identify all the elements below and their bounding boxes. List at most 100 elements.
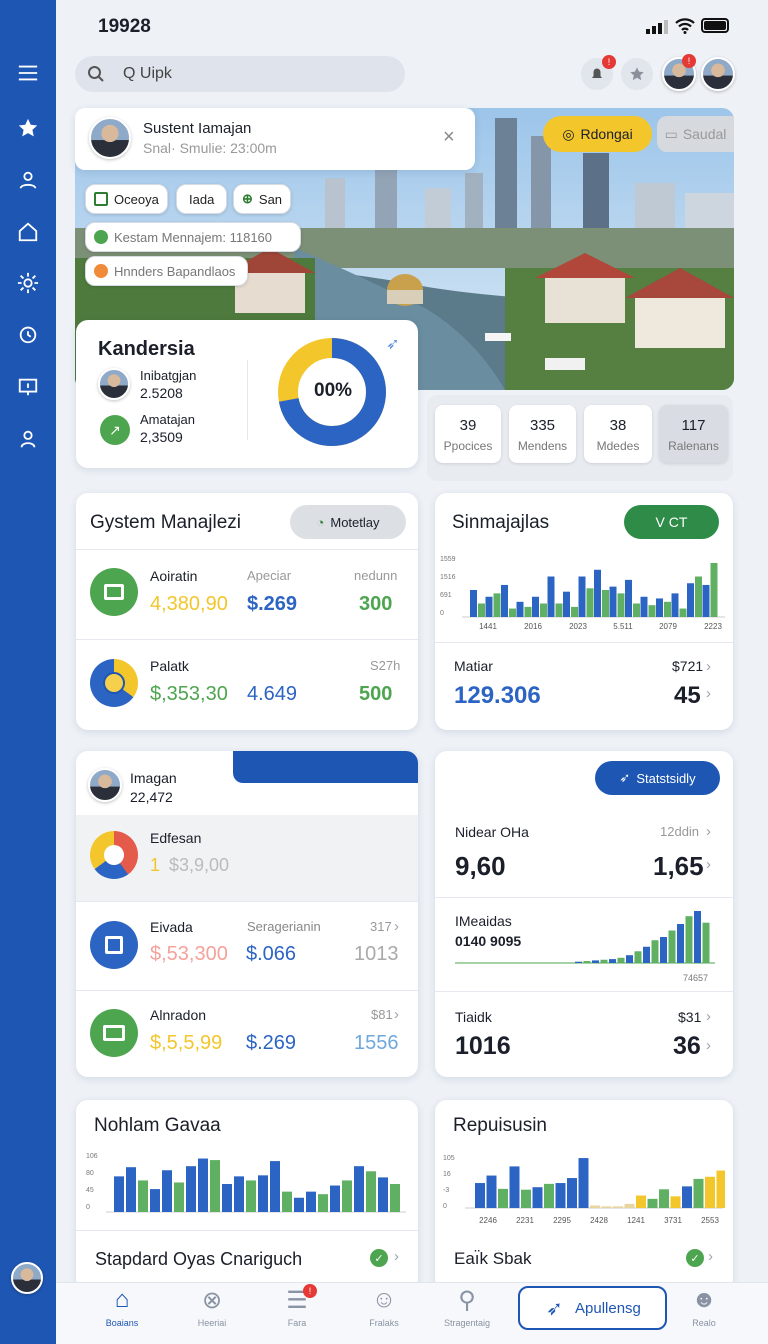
stat-label: Ralenans xyxy=(668,439,719,453)
row-name: Edfesan xyxy=(150,830,202,846)
row-value-2: 4.649 xyxy=(247,683,298,705)
card-title: Sinmajajlas xyxy=(452,512,550,533)
row-sub: Apeciar xyxy=(247,568,292,583)
secondary-action-button[interactable]: ▭ Saudal xyxy=(657,116,734,152)
home-outline-icon[interactable] xyxy=(10,214,46,250)
row-right-label: 12ddin xyxy=(660,824,700,839)
divider xyxy=(76,990,418,991)
sinma-action-button[interactable]: V CT xyxy=(624,505,719,539)
chevron-right-icon[interactable]: › xyxy=(394,918,399,935)
nav-item-4[interactable]: ☺ Fralaks xyxy=(352,1286,416,1336)
star-icon[interactable] xyxy=(10,110,46,146)
y-tick-label: 0 xyxy=(440,610,444,617)
clock-icon[interactable] xyxy=(10,316,46,352)
sun-icon[interactable] xyxy=(10,265,46,301)
bar xyxy=(544,1183,554,1208)
chevron-right-icon[interactable]: › xyxy=(706,823,711,840)
nav-item-3[interactable]: ☰ Fara! xyxy=(265,1284,329,1336)
stat-tile[interactable]: 39 Ppocices xyxy=(435,405,501,463)
footer-label: Stapdard Oyas Cnariguch xyxy=(95,1249,303,1269)
bar xyxy=(540,603,547,617)
row-value-1: 4,380,90 xyxy=(150,593,228,615)
bar xyxy=(586,588,594,617)
bar xyxy=(126,1167,136,1212)
chevron-right-icon[interactable]: › xyxy=(394,1248,399,1265)
gystem-action-button[interactable]: ◔ Motetlay xyxy=(290,505,406,539)
stat-tile[interactable]: 117 Ralenans xyxy=(659,405,728,463)
bar xyxy=(563,591,570,617)
chevron-right-icon[interactable]: › xyxy=(706,856,711,873)
nav-item-6[interactable]: ➶ Apullensg xyxy=(518,1286,667,1330)
bar xyxy=(485,596,493,617)
notification-button[interactable]: ! xyxy=(581,55,616,90)
chevron-right-icon[interactable]: › xyxy=(394,1006,399,1023)
bar xyxy=(634,951,642,963)
sinma-bar-chart: 1559 1516 691 0 1441 2016 2023 5.511 2079 2223 xyxy=(440,556,725,631)
chip-iada[interactable]: Iada xyxy=(176,184,228,214)
list-icon: ☰ xyxy=(286,1287,308,1314)
nav-item-2[interactable]: ⊗ Heeriai xyxy=(180,1286,244,1336)
bar xyxy=(660,937,667,963)
leaf-icon: ➶ xyxy=(619,770,631,785)
trend-icon: ↗ xyxy=(100,415,130,445)
x-tick-label: 2231 xyxy=(516,1216,534,1225)
x-tick-label: 2223 xyxy=(704,622,722,631)
sidebar-avatar[interactable] xyxy=(11,1262,43,1294)
menu-icon[interactable] xyxy=(10,55,46,91)
primary-action-button[interactable]: ◎ Rdongai xyxy=(543,116,652,152)
divider xyxy=(247,360,248,440)
info-chip-handlers[interactable]: Hnnders Bapandlaos xyxy=(85,256,248,286)
bar xyxy=(378,1177,388,1212)
card-title: Repuisusin xyxy=(453,1115,547,1136)
bar xyxy=(656,598,663,617)
bar xyxy=(643,946,650,963)
chevron-right-icon[interactable]: › xyxy=(706,685,711,702)
nav-label: Apullensg xyxy=(575,1300,641,1317)
row-right-value: 36 xyxy=(673,1032,701,1060)
ledger-icon xyxy=(90,568,138,616)
bar xyxy=(114,1176,124,1212)
chevron-right-icon[interactable]: › xyxy=(706,1008,711,1025)
hero-person-card[interactable]: Sustent Iamajan Snal· Smulie: 23:00m × xyxy=(75,108,475,170)
bar xyxy=(516,601,524,617)
nav-item-5[interactable]: ⚲ Stragentaig xyxy=(435,1286,499,1336)
users-icon[interactable] xyxy=(10,162,46,198)
favorite-button[interactable] xyxy=(621,58,653,90)
bar xyxy=(594,569,601,617)
statistics-button[interactable]: ➶ Statstsidly xyxy=(595,761,720,795)
kandersia-card: Kandersia Inibatgjan 2.5208 ↗ Amatajan 2… xyxy=(76,320,418,468)
bar xyxy=(342,1180,352,1212)
stat-tile[interactable]: 335 Mendens xyxy=(509,405,576,463)
user-avatar[interactable] xyxy=(701,57,735,91)
x-tick-label: 5.511 xyxy=(613,622,633,631)
nav-item-7[interactable]: ☻ Realo xyxy=(672,1286,736,1336)
info-chip-system[interactable]: Kestam Mennajem: 118160 xyxy=(85,222,301,252)
chip-oceoya[interactable]: Oceoya xyxy=(85,184,168,214)
bar xyxy=(509,608,516,617)
chevron-right-icon[interactable]: › xyxy=(708,1248,713,1265)
presentation-icon[interactable] xyxy=(10,369,46,405)
row-right-value: 1,65 xyxy=(653,851,704,881)
leaf-icon[interactable]: ➶ xyxy=(386,334,399,354)
person-name: Sustent Iamajan xyxy=(143,120,252,137)
search-input[interactable]: Q Uipk xyxy=(75,56,405,92)
bar xyxy=(138,1180,148,1212)
nav-item-1[interactable]: ⌂ Boaians xyxy=(90,1286,154,1336)
chip-san[interactable]: ⊕ San xyxy=(233,184,292,214)
chevron-right-icon[interactable]: › xyxy=(706,1037,711,1054)
person-icon[interactable] xyxy=(10,421,46,457)
chevron-right-icon[interactable]: › xyxy=(706,658,711,675)
bar xyxy=(366,1171,376,1212)
row-label: Amatajan xyxy=(140,412,195,427)
bar xyxy=(687,583,694,617)
stat-value: 39 xyxy=(459,417,477,434)
bar xyxy=(390,1184,400,1212)
imagan-header-band xyxy=(233,751,418,783)
close-icon[interactable]: × xyxy=(443,126,455,149)
y-tick-label: 45 xyxy=(86,1187,94,1194)
search-placeholder: Q Uipk xyxy=(123,65,172,82)
stat-tile[interactable]: 38 Mdedes xyxy=(584,405,652,463)
bar xyxy=(695,576,702,617)
shield-icon xyxy=(94,264,108,278)
bar xyxy=(470,590,477,617)
